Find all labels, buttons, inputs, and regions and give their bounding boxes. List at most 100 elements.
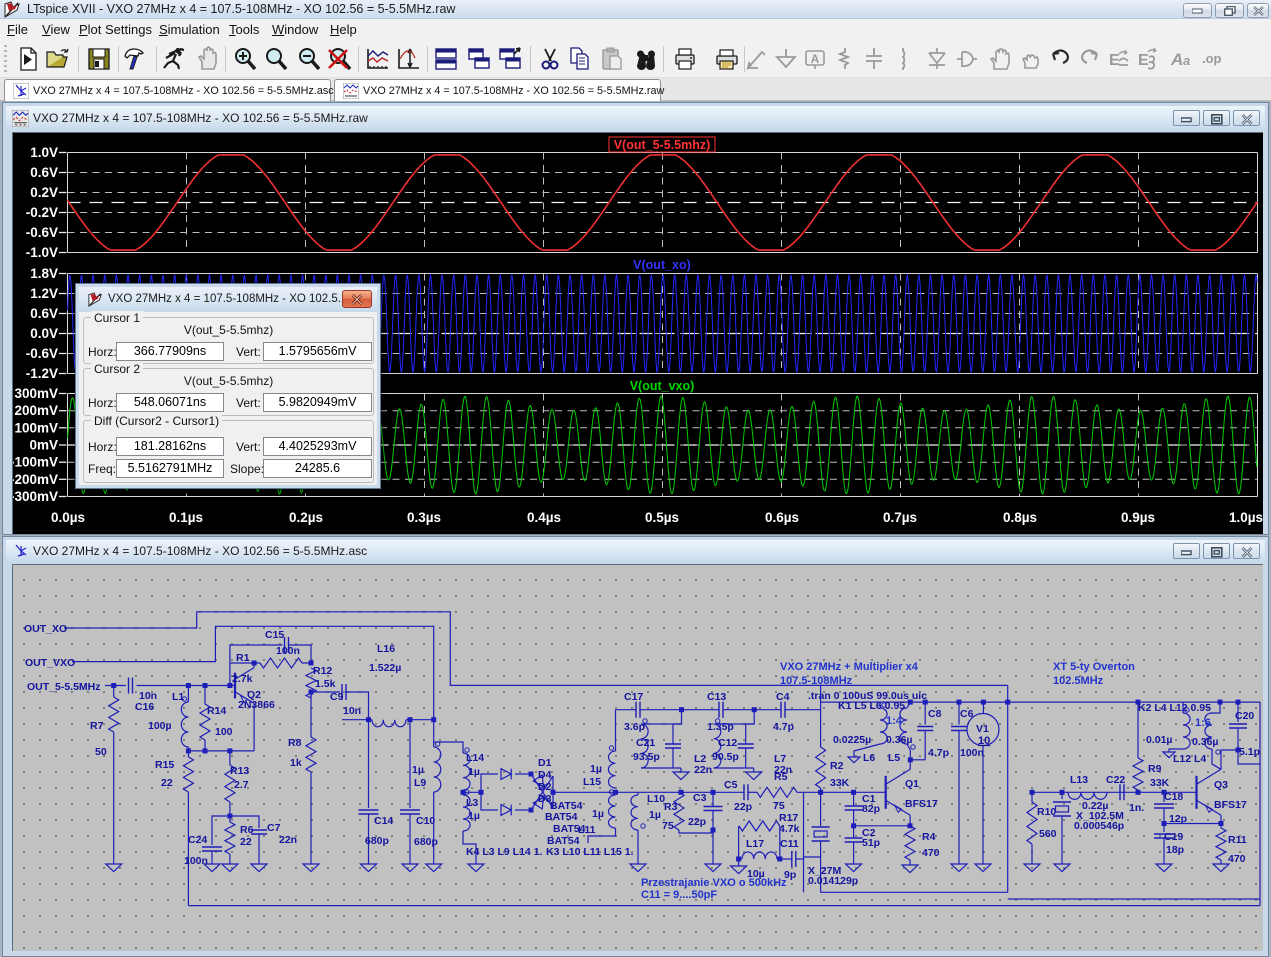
svg-text:C10: C10 <box>416 815 435 827</box>
svg-text:C20: C20 <box>1235 710 1254 722</box>
svg-text:L17: L17 <box>746 838 764 850</box>
svg-text:A: A <box>1170 50 1183 69</box>
svg-text:-0.2V: -0.2V <box>26 205 58 220</box>
svg-text:10: 10 <box>978 735 990 747</box>
svg-text:0.2V: 0.2V <box>30 185 58 200</box>
svg-text:5.1p: 5.1p <box>1239 746 1260 758</box>
svg-text:R3: R3 <box>664 801 678 813</box>
svg-text:K3 L10 L11 L15 1.: K3 L10 L11 L15 1. <box>546 846 634 858</box>
svg-text:1.522µ: 1.522µ <box>369 662 401 674</box>
svg-text:R5: R5 <box>774 771 788 783</box>
svg-text:BAT54: BAT54 <box>545 811 578 823</box>
svg-text:0.6µs: 0.6µs <box>765 510 799 525</box>
svg-text:1:6: 1:6 <box>1195 717 1211 729</box>
svg-text:C14: C14 <box>374 815 393 827</box>
svg-text:0.01µ: 0.01µ <box>1146 734 1173 746</box>
svg-text:51p: 51p <box>862 837 880 849</box>
svg-text:C9: C9 <box>330 691 344 703</box>
svg-text:R15: R15 <box>155 759 174 771</box>
svg-text:0.0225µ: 0.0225µ <box>833 734 871 746</box>
svg-text:D4: D4 <box>538 769 552 781</box>
svg-text:R8: R8 <box>288 737 302 749</box>
svg-text:2.7: 2.7 <box>234 779 249 791</box>
svg-text:R4: R4 <box>922 831 936 843</box>
svg-text:33K: 33K <box>1150 777 1170 789</box>
svg-text:V(out_xo): V(out_xo) <box>633 258 691 272</box>
svg-text:0.4µs: 0.4µs <box>527 510 561 525</box>
svg-text:a: a <box>1183 53 1190 68</box>
svg-text:0.7µs: 0.7µs <box>883 510 917 525</box>
svg-text:A: A <box>811 52 820 66</box>
svg-text:0.2µs: 0.2µs <box>289 510 323 525</box>
svg-text:100n: 100n <box>184 855 208 867</box>
svg-text:L15: L15 <box>583 776 601 788</box>
svg-text:OUT_VXO: OUT_VXO <box>25 657 75 669</box>
svg-text:4.7p: 4.7p <box>928 747 949 759</box>
svg-text:0.3µs: 0.3µs <box>407 510 441 525</box>
svg-text:C12: C12 <box>718 737 737 749</box>
svg-text:50: 50 <box>95 746 107 758</box>
svg-text:C17: C17 <box>624 691 643 703</box>
svg-text:-0.6V: -0.6V <box>26 225 58 240</box>
svg-text:R2: R2 <box>830 760 844 772</box>
svg-text:680p: 680p <box>365 835 389 847</box>
svg-text:E: E <box>1138 52 1149 69</box>
svg-text:1.5k: 1.5k <box>315 678 336 690</box>
svg-text:0.6V: 0.6V <box>30 165 58 180</box>
svg-text:VXO 27MHz + Multiplier x4: VXO 27MHz + Multiplier x4 <box>780 661 919 673</box>
svg-text:75: 75 <box>662 820 674 832</box>
svg-text:OUT_XO: OUT_XO <box>24 623 67 635</box>
svg-text:V1: V1 <box>976 723 989 735</box>
svg-text:0.000546p: 0.000546p <box>1074 820 1124 832</box>
svg-text:1.2V: 1.2V <box>30 286 58 301</box>
svg-text:1µ: 1µ <box>412 764 424 776</box>
svg-text:102.5MHz: 102.5MHz <box>1053 675 1104 687</box>
svg-text:K4 L3 L9 L14 1.: K4 L3 L9 L14 1. <box>466 846 543 858</box>
svg-text:C11 = 9....50pF: C11 = 9....50pF <box>641 889 717 901</box>
svg-text:100n: 100n <box>960 747 984 759</box>
svg-text:Q1: Q1 <box>905 778 919 790</box>
svg-text:300mV: 300mV <box>14 386 58 401</box>
svg-text:C5: C5 <box>724 779 738 791</box>
svg-text:9p: 9p <box>784 869 796 881</box>
svg-text:C11: C11 <box>780 838 799 850</box>
svg-text:93.5p: 93.5p <box>633 751 660 763</box>
svg-text:R1: R1 <box>236 652 250 664</box>
svg-text:L14: L14 <box>466 752 484 764</box>
svg-text:75: 75 <box>773 800 785 812</box>
svg-text:V(out_5-5.5mhz): V(out_5-5.5mhz) <box>614 138 711 152</box>
svg-text:107.5-108MHz: 107.5-108MHz <box>780 675 853 687</box>
svg-text:C16: C16 <box>135 701 154 713</box>
svg-text:0.0V: 0.0V <box>30 326 58 341</box>
svg-text:0.5µs: 0.5µs <box>645 510 679 525</box>
svg-text:1µ: 1µ <box>592 808 604 820</box>
svg-text:L13: L13 <box>1070 774 1088 786</box>
svg-text:BFS17: BFS17 <box>905 798 938 810</box>
svg-text:22n: 22n <box>694 764 712 776</box>
svg-text:-0.6V: -0.6V <box>26 346 58 361</box>
svg-text:100: 100 <box>215 726 233 738</box>
svg-text:XT 5-ty Overton: XT 5-ty Overton <box>1053 661 1135 673</box>
svg-text:C3: C3 <box>693 792 707 804</box>
svg-text:R11: R11 <box>1228 834 1247 846</box>
svg-text:10n: 10n <box>343 705 361 717</box>
svg-text:470: 470 <box>1228 853 1246 865</box>
svg-text:R9: R9 <box>1148 763 1162 775</box>
svg-text:-1.0V: -1.0V <box>26 245 58 260</box>
svg-text:0.1µs: 0.1µs <box>169 510 203 525</box>
svg-text:1.0V: 1.0V <box>30 145 58 160</box>
svg-text:L11: L11 <box>578 824 596 836</box>
svg-text:R12: R12 <box>313 665 332 677</box>
svg-text:18p: 18p <box>1166 844 1184 856</box>
svg-text:470: 470 <box>922 847 940 859</box>
svg-text:100mV: 100mV <box>14 420 58 435</box>
svg-text:C19: C19 <box>1164 831 1183 843</box>
svg-text:1µ: 1µ <box>649 809 661 821</box>
svg-text:C13: C13 <box>707 691 726 703</box>
svg-text:R14: R14 <box>207 705 226 717</box>
svg-text:4.7k: 4.7k <box>779 823 800 835</box>
svg-text:L6: L6 <box>863 752 875 764</box>
svg-text:R13: R13 <box>230 765 249 777</box>
svg-text:1µ: 1µ <box>468 766 480 778</box>
svg-text:E: E <box>1109 52 1120 69</box>
